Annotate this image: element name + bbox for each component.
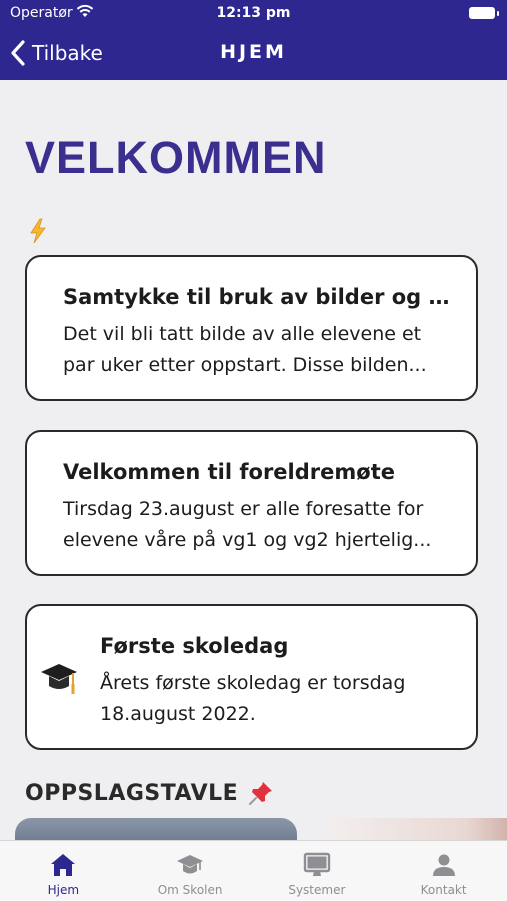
tab-om-skolen[interactable]: Om Skolen <box>127 841 254 901</box>
news-card[interactable]: Første skoledag Årets første skoledag er… <box>25 604 478 750</box>
graduation-cap-icon <box>177 855 204 874</box>
bulletin-heading: OPPSLAGSTAVLE <box>25 780 274 806</box>
battery-icon <box>469 7 499 19</box>
tab-hjem[interactable]: Hjem <box>0 841 127 901</box>
bulletin-thumbnail[interactable] <box>15 818 297 840</box>
clock: 12:13 pm <box>216 5 291 21</box>
tab-label: Om Skolen <box>157 883 223 897</box>
tab-kontakt[interactable]: Kontakt <box>380 841 507 901</box>
news-card[interactable]: Samtykke til bruk av bilder og v... Det … <box>25 255 478 401</box>
lightning-icon <box>30 218 46 244</box>
bulletin-thumbnail[interactable] <box>325 818 507 840</box>
graduation-cap-icon <box>41 664 77 694</box>
card-body: Tirsdag 23.august er alle foresatte for … <box>63 498 432 551</box>
tab-systemer[interactable]: Systemer <box>254 841 381 901</box>
pushpin-icon <box>249 782 273 805</box>
home-icon <box>51 854 76 876</box>
card-title: Samtykke til bruk av bilder og v... <box>63 285 450 309</box>
tab-bar: Hjem Om Skolen Systemer Kontakt <box>0 840 507 901</box>
person-icon <box>432 854 455 876</box>
navigation-bar: Tilbake HJEM <box>0 28 507 80</box>
tab-label: Kontakt <box>420 883 467 897</box>
news-card[interactable]: Velkommen til foreldremøte Tirsdag 23.au… <box>25 430 478 576</box>
status-bar: Operatør 12:13 pm <box>0 0 507 28</box>
card-body: Årets første skoledag er torsdag 18.augu… <box>100 672 406 725</box>
page-title: HJEM <box>220 41 287 63</box>
bulletin-title: OPPSLAGSTAVLE <box>25 780 239 806</box>
home-content[interactable]: VELKOMMEN Samtykke til bruk av bilder og… <box>0 80 507 840</box>
monitor-icon <box>303 852 331 876</box>
tab-label: Systemer <box>288 883 346 897</box>
card-title: Første skoledag <box>100 634 289 658</box>
card-body: Det vil bli tatt bilde av alle elevene e… <box>63 323 427 376</box>
tab-label: Hjem <box>47 883 80 897</box>
welcome-heading: VELKOMMEN <box>25 132 327 183</box>
card-title: Velkommen til foreldremøte <box>63 460 395 484</box>
